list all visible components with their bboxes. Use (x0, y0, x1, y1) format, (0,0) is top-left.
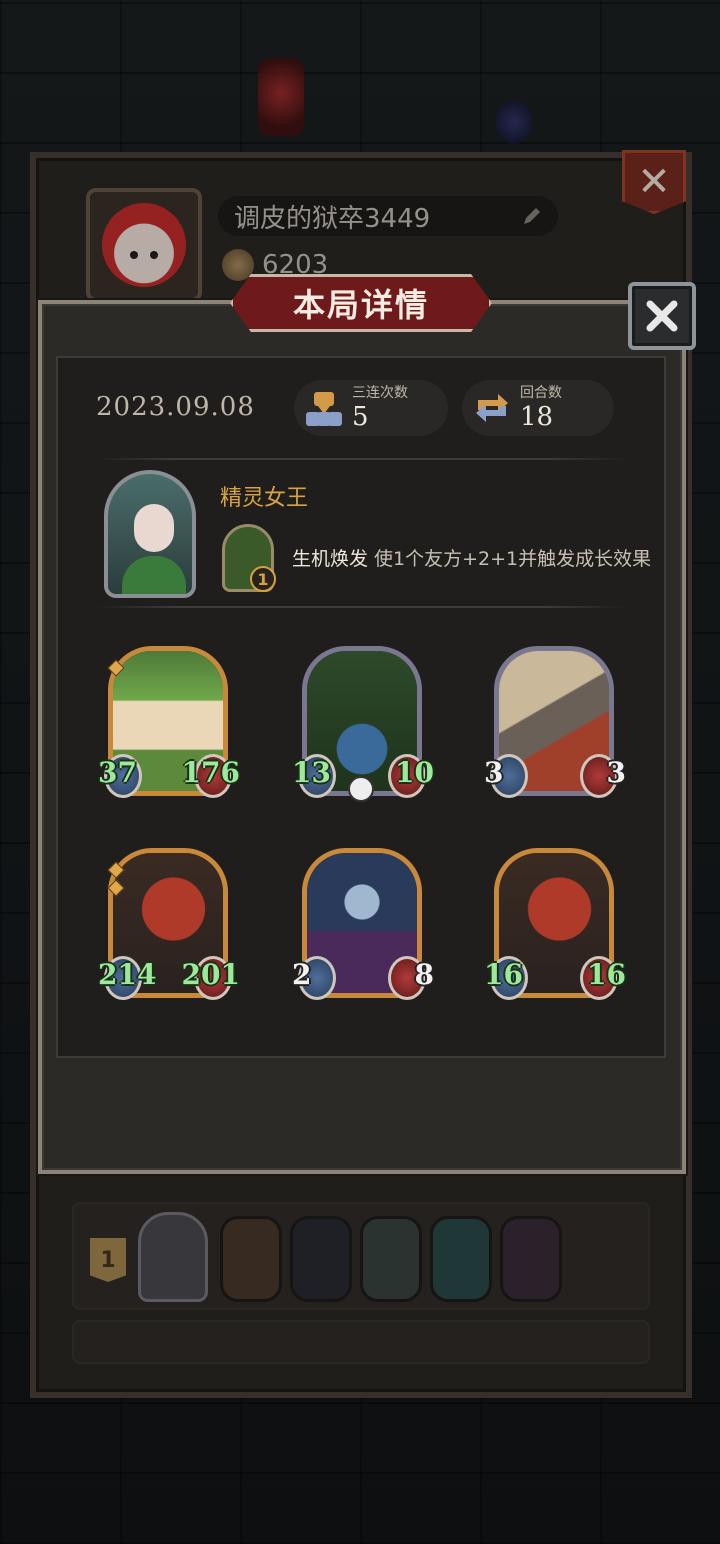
health-value: 3 (606, 756, 626, 789)
unit-card[interactable]: 33 (484, 646, 626, 804)
hero-dress (122, 556, 186, 594)
health-value: 10 (395, 756, 434, 789)
attack-value: 13 (292, 756, 331, 789)
unit-card[interactable]: 16 16 (484, 848, 626, 1006)
modal-close-button[interactable] (628, 282, 696, 350)
divider (96, 606, 626, 608)
attack-value: 37 (98, 756, 137, 789)
triple-count-stat: 三连次数 5 (294, 380, 448, 436)
triple-icon (306, 392, 342, 426)
stat-label: 回合数 (520, 385, 562, 401)
match-date: 2023.09.08 (96, 392, 255, 422)
health-value: 8 (414, 958, 434, 991)
hero-portrait[interactable] (104, 470, 196, 598)
hero-face (134, 504, 174, 552)
unit-card[interactable]: 13 10 (292, 646, 434, 804)
skill-description: 使1个友方+2+1并触发成长效果 (374, 548, 652, 570)
divider (96, 458, 626, 460)
health-value: 16 (587, 958, 626, 991)
health-value: 201 (181, 958, 240, 991)
stat-value: 5 (352, 402, 369, 432)
skill-name: 生机焕发 (292, 548, 369, 570)
health-value: 176 (181, 756, 240, 789)
attack-value: 3 (484, 756, 504, 789)
round-count-stat: 回合数 18 (462, 380, 614, 436)
stat-value: 18 (520, 402, 554, 432)
skill-level-badge: 1 (250, 566, 276, 592)
hero-name: 精灵女王 (220, 486, 309, 511)
close-icon (646, 300, 678, 332)
attack-value: 2 (292, 958, 312, 991)
hero-skill-text: 生机焕发 使1个友方+2+1并触发成长效果 (292, 544, 651, 571)
skull-icon (348, 776, 374, 802)
unit-card[interactable]: 37 176 (98, 646, 240, 804)
modal-title: 本局详情 (230, 274, 492, 332)
stat-label: 三连次数 (352, 385, 408, 401)
cycle-icon (476, 394, 508, 422)
attack-value: 16 (484, 958, 523, 991)
attack-value: 214 (98, 958, 157, 991)
unit-card[interactable]: 28 (292, 848, 434, 1006)
unit-card[interactable]: 214 201 (98, 848, 240, 1006)
